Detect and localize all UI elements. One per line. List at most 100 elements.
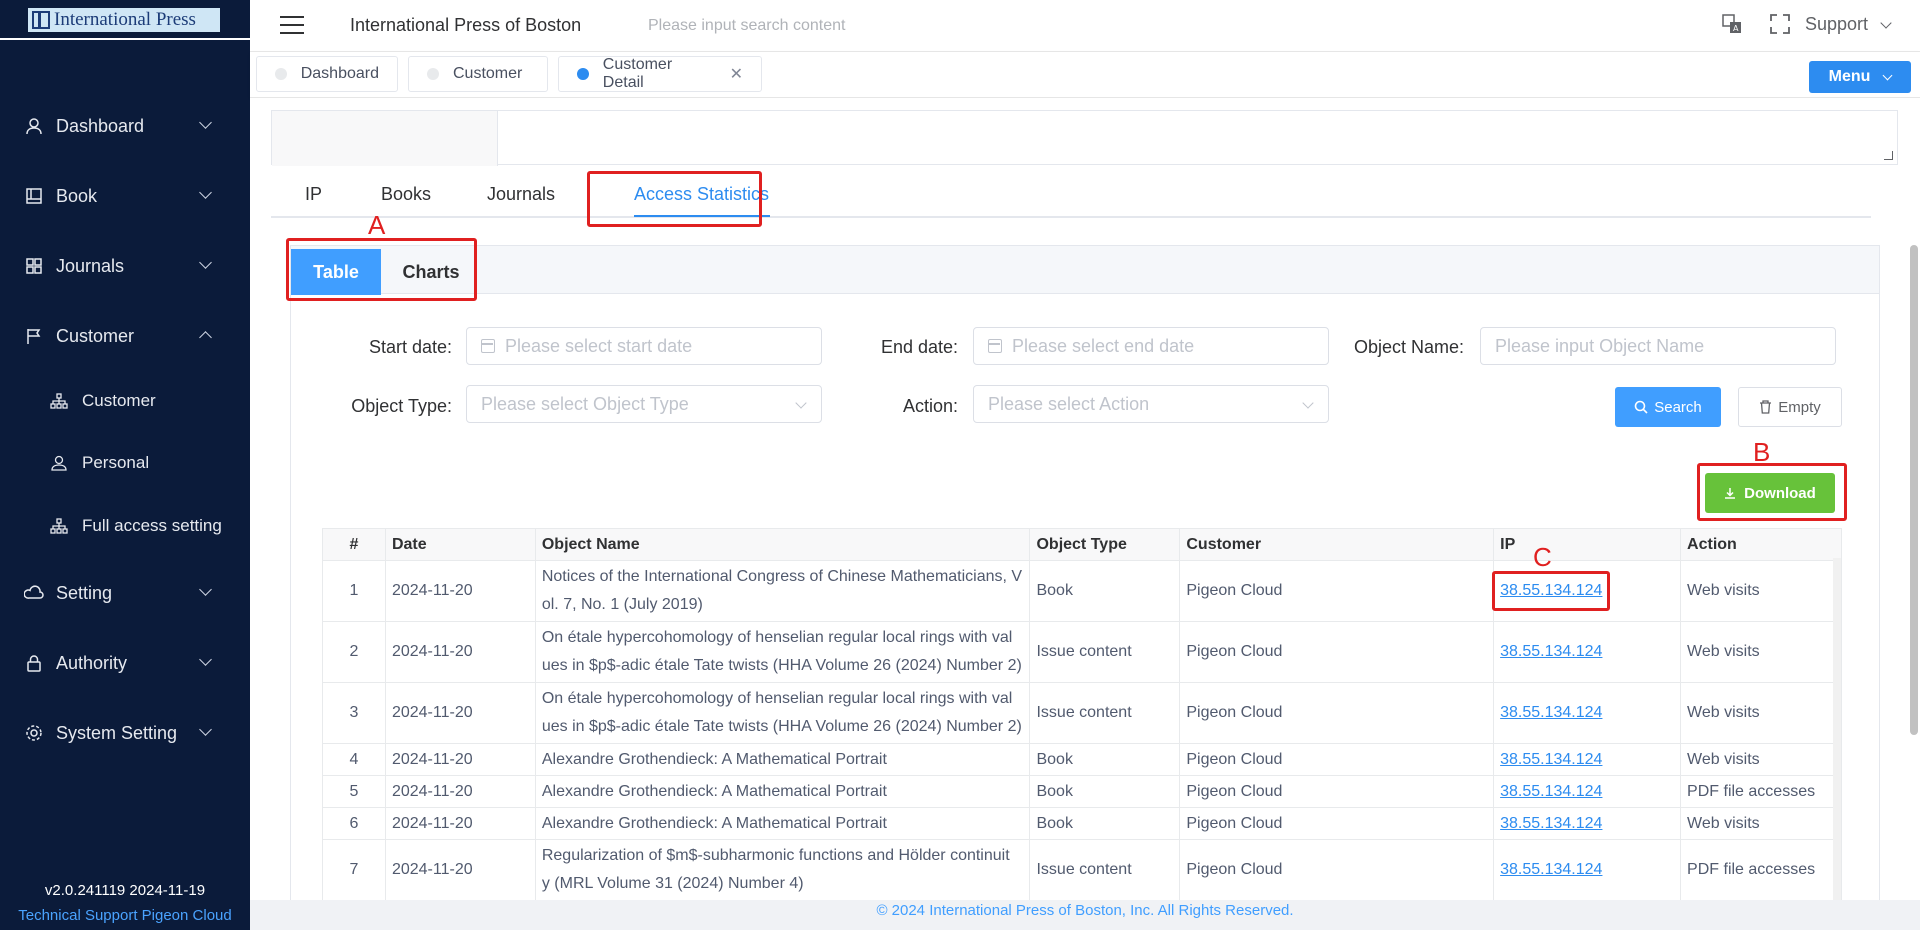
cell-ip[interactable]: 38.55.134.124 [1493, 807, 1682, 840]
tag-dashboard[interactable]: Dashboard [256, 56, 398, 92]
sidebar: International Press Dashboard Book Journ… [0, 0, 250, 930]
cell-date: 2024-11-20 [384, 560, 536, 622]
cell-ip[interactable]: 38.55.134.124 [1493, 775, 1682, 808]
nav-setting[interactable]: Setting [0, 568, 250, 618]
technical-support-link[interactable]: Technical Support Pigeon Cloud [0, 907, 250, 924]
table-row: 3 2024-11-20 On étale hypercohomology of h… [322, 682, 1842, 744]
chevron-down-icon [795, 397, 807, 409]
table-header-row: # Date Object Name Object Type Customer … [322, 528, 1842, 561]
fullscreen-icon[interactable] [1768, 12, 1792, 36]
tab-access-statistics[interactable]: Access Statistics [634, 184, 769, 205]
sidebar-item-customer[interactable]: Customer [0, 378, 250, 424]
tab-journals[interactable]: Journals [487, 184, 555, 205]
object-name-line: Notices of the International Congress of… [541, 568, 1023, 585]
ip-link[interactable]: 38.55.134.124 [1500, 815, 1602, 832]
cell-index: 6 [322, 807, 386, 840]
object-type-select[interactable]: Please select Object Type [466, 385, 822, 423]
column-header-object-name: Object Name [534, 528, 1031, 561]
end-date-label: End date: [880, 337, 958, 357]
cell-ip[interactable]: 38.55.134.124 [1493, 682, 1682, 744]
cell-ip[interactable]: 38.55.134.124 [1493, 839, 1682, 901]
cell-action: PDF file accesses [1680, 839, 1842, 901]
search-button[interactable]: Search [1615, 387, 1721, 427]
view-toggle-bar: Table Charts [291, 246, 1879, 295]
remarks-textarea[interactable] [271, 110, 1898, 166]
cell-ip[interactable]: 38.55.134.124 [1493, 621, 1682, 683]
download-button-label: Download [1744, 484, 1816, 502]
chevron-down-icon [199, 256, 212, 269]
nav-dashboard[interactable]: Dashboard [0, 101, 250, 151]
nav-authority[interactable]: Authority [0, 638, 250, 688]
sidebar-item-full-access-setting[interactable]: Full access setting [0, 503, 250, 549]
tag-customer[interactable]: Customer [408, 56, 548, 92]
status-dot [577, 68, 589, 80]
chevron-up-icon [199, 331, 212, 344]
page-title: International Press of Boston [350, 15, 582, 35]
footer-copyright: © 2024 International Press of Boston, In… [250, 900, 1920, 930]
object-name-line: ues in $p$-adic étale Tate twists (HHA V… [541, 657, 1022, 674]
tab-books[interactable]: Books [381, 184, 431, 205]
table-row: 5 2024-11-20 Alexandre Grothendieck: A Mat… [322, 775, 1842, 808]
version-text: v2.0.241119 2024-11-19 [44, 882, 206, 899]
search-input[interactable] [648, 12, 948, 40]
end-date-picker[interactable]: Please select end date [973, 327, 1329, 365]
nav-customer[interactable]: Customer [0, 311, 250, 361]
start-date-picker[interactable]: Please select start date [466, 327, 822, 365]
logo[interactable]: International Press [28, 8, 220, 32]
ip-link[interactable]: 38.55.134.124 [1500, 861, 1602, 878]
lock-icon [24, 653, 44, 673]
calendar-icon [988, 339, 1002, 353]
cell-index: 7 [322, 839, 386, 901]
hamburger-menu-icon[interactable] [280, 16, 304, 34]
sidebar-item-personal[interactable]: Personal [0, 440, 250, 486]
menu-button-label: Menu [1828, 68, 1871, 85]
object-name-line: ues in $p$-adic étale Tate twists (HHA V… [541, 718, 1022, 735]
empty-button[interactable]: Empty [1738, 387, 1842, 427]
nav-label: Book [56, 185, 98, 206]
cell-date: 2024-11-20 [384, 621, 536, 683]
ip-link[interactable]: 38.55.134.124 [1500, 783, 1602, 800]
action-placeholder: Please select Action [988, 393, 1150, 414]
download-button[interactable]: Download [1705, 473, 1835, 513]
ip-link[interactable]: 38.55.134.124 [1500, 751, 1602, 768]
nav-label: Dashboard [56, 115, 145, 136]
object-name-input[interactable]: Please input Object Name [1480, 327, 1836, 365]
chevron-down-icon [199, 653, 212, 666]
tag-customer-detail[interactable]: Customer Detail ✕ [558, 56, 762, 92]
nav-book[interactable]: Book [0, 171, 250, 221]
cell-date: 2024-11-20 [384, 682, 536, 744]
book-icon [24, 186, 44, 206]
object-type-placeholder: Please select Object Type [481, 393, 689, 414]
table-scrollbar-track[interactable] [1833, 558, 1841, 900]
cell-ip[interactable]: 38.55.134.124 [1493, 743, 1682, 776]
cell-ip[interactable]: 38.55.134.124 [1493, 560, 1682, 622]
charts-view-button[interactable]: Charts [381, 249, 481, 295]
chevron-down-icon [199, 186, 212, 199]
object-name-line: Alexandre Grothendieck: A Mathematical P… [541, 814, 887, 832]
ip-link[interactable]: 38.55.134.124 [1500, 704, 1602, 721]
resize-handle-icon[interactable] [1884, 151, 1893, 160]
support-dropdown[interactable]: Support [1805, 14, 1892, 35]
close-icon[interactable]: ✕ [730, 64, 743, 84]
cell-object-type: Book [1029, 807, 1181, 840]
translate-icon[interactable]: A [1720, 12, 1744, 36]
ip-link[interactable]: 38.55.134.124 [1500, 582, 1602, 599]
table-view-button[interactable]: Table [291, 249, 381, 295]
action-select[interactable]: Please select Action [973, 385, 1329, 423]
chevron-down-icon [1302, 397, 1314, 409]
nav-journals[interactable]: Journals [0, 241, 250, 291]
cell-action: Web visits [1680, 743, 1842, 776]
cell-object-name: Alexandre Grothendieck: A Mathematical P… [534, 807, 1031, 840]
tab-ip[interactable]: IP [305, 184, 322, 205]
cell-object-type: Issue content [1029, 682, 1181, 744]
object-type-label: Object Type: [351, 396, 452, 416]
nav-label: Customer [56, 325, 135, 346]
object-name-line: ol. 7, No. 1 (July 2019) [541, 596, 703, 613]
empty-button-label: Empty [1778, 398, 1821, 416]
cell-index: 1 [322, 560, 386, 622]
user-icon [24, 116, 44, 136]
nav-system-setting[interactable]: System Setting [0, 708, 250, 758]
menu-button[interactable]: Menu [1809, 61, 1911, 93]
page-scrollbar[interactable] [1910, 245, 1918, 735]
ip-link[interactable]: 38.55.134.124 [1500, 643, 1602, 660]
